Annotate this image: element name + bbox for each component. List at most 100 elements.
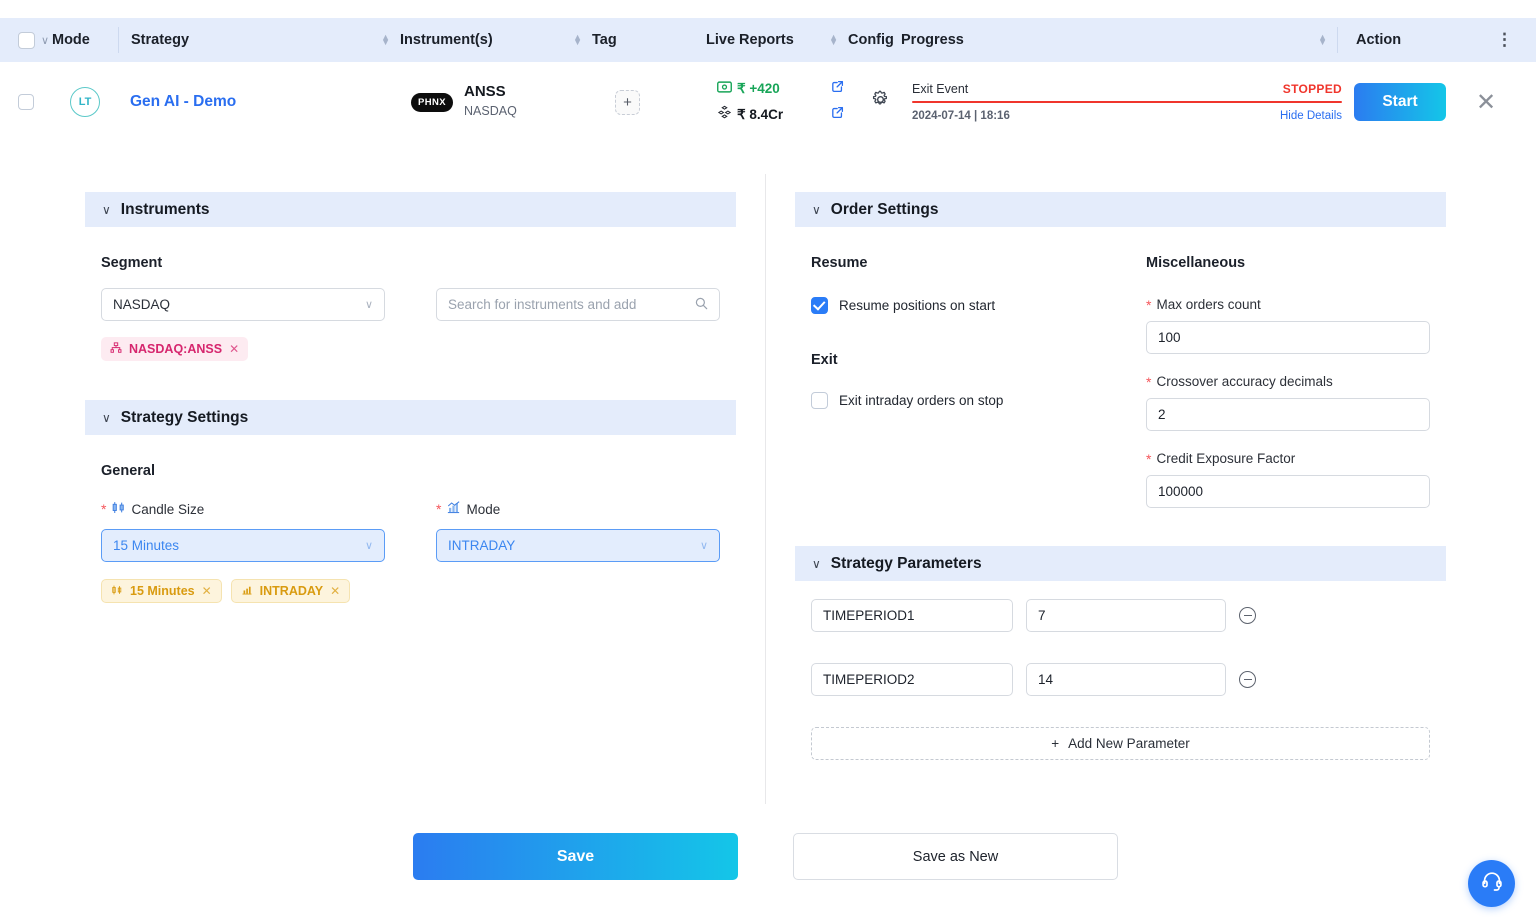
input-value: 14 [1038, 672, 1054, 687]
column-header-live-reports[interactable]: Live Reports ▲ ▼ [706, 18, 848, 62]
table-options-button[interactable]: ⋮ [1442, 18, 1536, 62]
candle-size-chip[interactable]: 15 Minutes ✕ [101, 579, 222, 603]
row-select-checkbox[interactable] [18, 94, 34, 110]
chevron-down-icon: ∨ [364, 540, 373, 552]
external-link-icon[interactable] [830, 105, 845, 125]
exit-intraday-checkbox[interactable] [811, 392, 828, 409]
chip-label: 15 Minutes [130, 584, 195, 598]
sort-icon[interactable]: ▲ ▼ [1318, 33, 1337, 47]
crossover-accuracy-input[interactable]: 2 [1146, 398, 1430, 431]
checkbox-label: Exit intraday orders on stop [839, 393, 1004, 408]
field-label-text: Credit Exposure Factor [1156, 451, 1296, 466]
chevron-down-icon: ∨ [812, 556, 821, 571]
remove-parameter-icon[interactable] [1239, 671, 1256, 688]
mode-select[interactable]: INTRADAY ∨ [436, 529, 720, 562]
remove-chip-icon[interactable]: ✕ [202, 584, 212, 598]
exit-intraday-row[interactable]: Exit intraday orders on stop [811, 392, 1146, 409]
resume-positions-checkbox[interactable] [811, 297, 828, 314]
add-parameter-label: Add New Parameter [1068, 736, 1190, 751]
mode-chip[interactable]: INTRADAY ✕ [230, 579, 351, 603]
select-all-checkbox[interactable] [18, 31, 35, 49]
required-asterisk: * [101, 501, 107, 517]
column-header-strategy[interactable]: Strategy ▲ ▼ [119, 18, 400, 62]
section-header-strategy-parameters[interactable]: ∨ Strategy Parameters [795, 546, 1446, 581]
sort-icon[interactable]: ▲ ▼ [829, 33, 848, 47]
column-header-config[interactable]: Config [848, 18, 894, 62]
bar-chart-icon [241, 584, 253, 599]
section-header-strategy-settings[interactable]: ∨ Strategy Settings [85, 400, 736, 435]
field-label-text: Max orders count [1156, 297, 1261, 312]
search-placeholder: Search for instruments and add [448, 297, 637, 312]
column-label: Strategy [131, 32, 190, 48]
resume-positions-row[interactable]: Resume positions on start [811, 297, 1146, 314]
parameter-name-input[interactable]: TIMEPERIOD2 [811, 663, 1013, 696]
chevron-down-icon[interactable]: ∨ [41, 34, 49, 47]
remove-chip-icon[interactable]: ✕ [330, 584, 340, 598]
sort-icon[interactable]: ▲ ▼ [573, 33, 592, 47]
banknote-icon [717, 80, 732, 98]
chevron-down-icon: ∨ [364, 299, 373, 311]
segment-select[interactable]: NASDAQ ∨ [101, 288, 385, 321]
sort-icon[interactable]: ▲ ▼ [381, 33, 400, 47]
column-label: Instrument(s) [400, 32, 493, 48]
start-button[interactable]: Start [1354, 83, 1446, 121]
support-chat-button[interactable] [1468, 860, 1515, 907]
credit-exposure-factor-label: * Credit Exposure Factor [1146, 451, 1430, 466]
instrument-exchange: NASDAQ [464, 104, 517, 118]
pnl-value: ₹ +420 [737, 81, 780, 96]
column-header-mode[interactable]: Mode [52, 18, 118, 62]
live-report-pnl: ₹ +420 [717, 78, 859, 100]
strategy-name-link[interactable]: Gen AI - Demo [130, 93, 236, 110]
parameter-value-input[interactable]: 7 [1026, 599, 1226, 632]
credit-exposure-factor-input[interactable]: 100000 [1146, 475, 1430, 508]
add-new-parameter-button[interactable]: + Add New Parameter [811, 727, 1430, 760]
column-header-progress[interactable]: Progress ▲ ▼ [891, 18, 1337, 62]
save-as-new-button[interactable]: Save as New [793, 833, 1118, 880]
candle-size-label: * Candle Size [101, 500, 385, 518]
save-button[interactable]: Save [413, 833, 738, 880]
field-label-text: Mode [466, 501, 501, 517]
instrument-chip[interactable]: NASDAQ:ANSS ✕ [101, 337, 249, 361]
left-panel: ∨ Instruments Segment NASDAQ ∨ Search fo… [85, 192, 736, 603]
chip-label: NASDAQ:ANSS [129, 342, 223, 356]
segment-label: Segment [101, 255, 163, 271]
section-title: Strategy Settings [120, 408, 249, 426]
section-header-order-settings[interactable]: ∨ Order Settings [795, 192, 1446, 227]
miscellaneous-group-label: Miscellaneous [1146, 255, 1246, 271]
avatar: LT [70, 87, 100, 117]
candle-size-select[interactable]: 15 Minutes ∨ [101, 529, 385, 562]
progress-indicator: Exit Event STOPPED 2024-07-14 | 18:16 Hi… [912, 82, 1342, 122]
instrument-search-input[interactable]: Search for instruments and add [436, 288, 720, 321]
column-label: Action [1356, 32, 1402, 48]
section-header-instruments[interactable]: ∨ Instruments [85, 192, 736, 227]
max-orders-count-input[interactable]: 100 [1146, 321, 1430, 354]
column-label: Live Reports [706, 32, 794, 48]
parameter-row: TIMEPERIOD1 7 [811, 599, 1430, 632]
input-value: TIMEPERIOD2 [823, 672, 915, 687]
section-title: Strategy Parameters [830, 554, 982, 572]
column-label: Config [848, 32, 894, 48]
table-header: ∨ Mode Strategy ▲ ▼ Instrument(s) ▲ ▼ Tag … [0, 18, 1536, 62]
remove-parameter-icon[interactable] [1239, 607, 1256, 624]
candlestick-icon [111, 500, 126, 518]
add-tag-button[interactable]: + [615, 89, 640, 115]
remove-chip-icon[interactable]: ✕ [229, 342, 239, 356]
hide-details-link[interactable]: Hide Details [1280, 110, 1342, 122]
exit-group-label: Exit [811, 352, 838, 368]
parameter-value-input[interactable]: 14 [1026, 663, 1226, 696]
more-vertical-icon[interactable]: ⋮ [1496, 30, 1514, 50]
field-label-text: Crossover accuracy decimals [1156, 374, 1333, 389]
external-link-icon[interactable] [830, 79, 845, 99]
max-orders-count-label: * Max orders count [1146, 297, 1430, 312]
field-label-text: Candle Size [131, 501, 205, 517]
gear-icon[interactable] [870, 89, 891, 115]
close-icon[interactable]: ✕ [1476, 88, 1496, 117]
candlestick-icon [111, 584, 123, 599]
column-header-tag[interactable]: Tag [592, 18, 706, 62]
segment-value: NASDAQ [113, 297, 171, 312]
column-header-instruments[interactable]: Instrument(s) ▲ ▼ [400, 18, 592, 62]
input-value: 2 [1158, 407, 1166, 422]
parameter-name-input[interactable]: TIMEPERIOD1 [811, 599, 1013, 632]
column-label: Progress [901, 32, 964, 48]
chevron-down-icon: ∨ [102, 202, 111, 217]
